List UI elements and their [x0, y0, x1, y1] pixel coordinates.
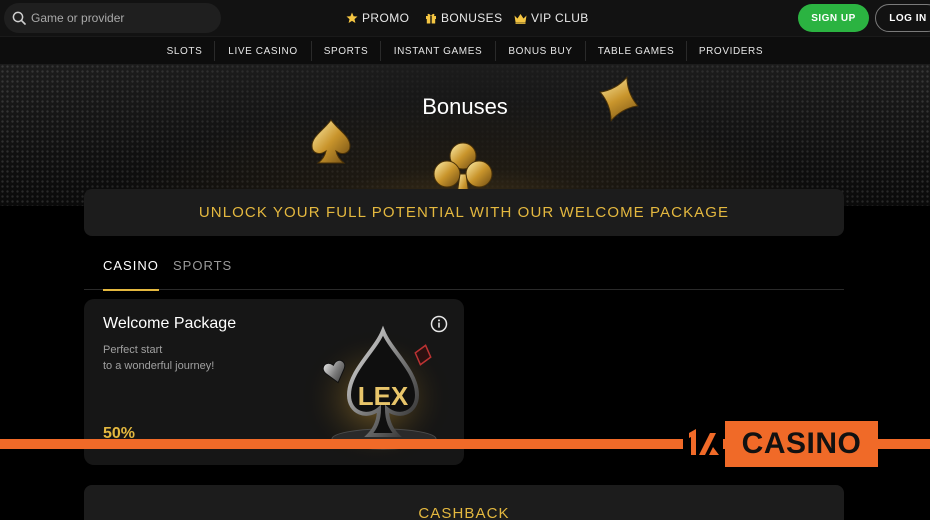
crown-icon	[514, 13, 527, 24]
bonuses-link-label: BONUSES	[441, 11, 503, 25]
cashback-label: CASHBACK	[418, 505, 510, 520]
watermark-text: CASINO	[741, 427, 862, 460]
nav-item-label: INSTANT GAMES	[393, 45, 483, 57]
diamond-icon	[599, 76, 639, 122]
search-box[interactable]	[4, 3, 221, 33]
category-nav: SLOTS LIVE CASINO SPORTS INSTANT GAMES B…	[0, 36, 930, 64]
card-title: Welcome Package	[103, 315, 237, 332]
tab-sports[interactable]: SPORTS	[173, 255, 232, 290]
nav-item-bonus-buy[interactable]: BONUS BUY	[496, 37, 585, 65]
nav-item-label: LIVE CASINO	[228, 45, 298, 57]
nav-item-live-casino[interactable]: LIVE CASINO	[215, 37, 311, 65]
sign-up-button[interactable]: SIGN UP	[798, 4, 869, 32]
nav-item-slots[interactable]: SLOTS	[155, 37, 214, 65]
vip-club-link-label: VIP CLUB	[531, 11, 589, 25]
promo-link[interactable]: PROMO	[346, 0, 409, 36]
tab-casino-label: CASINO	[103, 258, 159, 273]
gift-icon	[426, 13, 436, 24]
search-icon	[12, 11, 26, 25]
welcome-package-banner[interactable]: UNLOCK YOUR FULL POTENTIAL WITH OUR WELC…	[84, 189, 844, 236]
log-in-button[interactable]: LOG IN	[875, 4, 930, 32]
log-in-label: LOG IN	[889, 12, 927, 24]
nav-item-label: PROVIDERS	[698, 45, 764, 57]
watermark-badge: CASINO	[725, 421, 878, 467]
cashback-section[interactable]: CASHBACK	[84, 485, 844, 520]
spade-icon	[311, 119, 351, 164]
nav-item-sports[interactable]: SPORTS	[312, 37, 380, 65]
lex-logo-text: LEX	[358, 381, 409, 411]
watermark-logo-icon	[683, 427, 723, 461]
welcome-package-banner-text: UNLOCK YOUR FULL POTENTIAL WITH OUR WELC…	[198, 204, 730, 221]
promo-link-label: PROMO	[362, 11, 410, 25]
nav-item-providers[interactable]: PROVIDERS	[687, 37, 775, 65]
nav-item-label: SLOTS	[166, 45, 203, 57]
card-subtitle-line: to a wonderful journey!	[103, 360, 215, 372]
card-subtitle-line: Perfect start	[103, 344, 163, 356]
vip-club-link[interactable]: VIP CLUB	[514, 0, 589, 36]
top-header: PROMO BONUSES VIP CLUB SIGN UP LOG IN	[0, 0, 930, 36]
card-subtitle: Perfect start to a wonderful journey!	[103, 342, 214, 374]
search-input[interactable]	[31, 8, 211, 28]
sign-up-label: SIGN UP	[811, 12, 856, 24]
nav-item-instant-games[interactable]: INSTANT GAMES	[381, 37, 495, 65]
page-title: Bonuses	[422, 94, 508, 119]
tab-casino[interactable]: CASINO	[103, 255, 159, 291]
nav-item-label: SPORTS	[323, 45, 369, 57]
hero-banner: Bonuses	[0, 64, 930, 206]
nav-item-table-games[interactable]: TABLE GAMES	[586, 37, 686, 65]
nav-item-label: TABLE GAMES	[597, 45, 675, 57]
nav-item-label: BONUS BUY	[508, 45, 573, 57]
bonuses-link[interactable]: BONUSES	[425, 0, 502, 36]
star-icon	[346, 12, 358, 23]
bonus-tabs: CASINO SPORTS	[84, 255, 844, 291]
tab-sports-label: SPORTS	[173, 258, 233, 273]
